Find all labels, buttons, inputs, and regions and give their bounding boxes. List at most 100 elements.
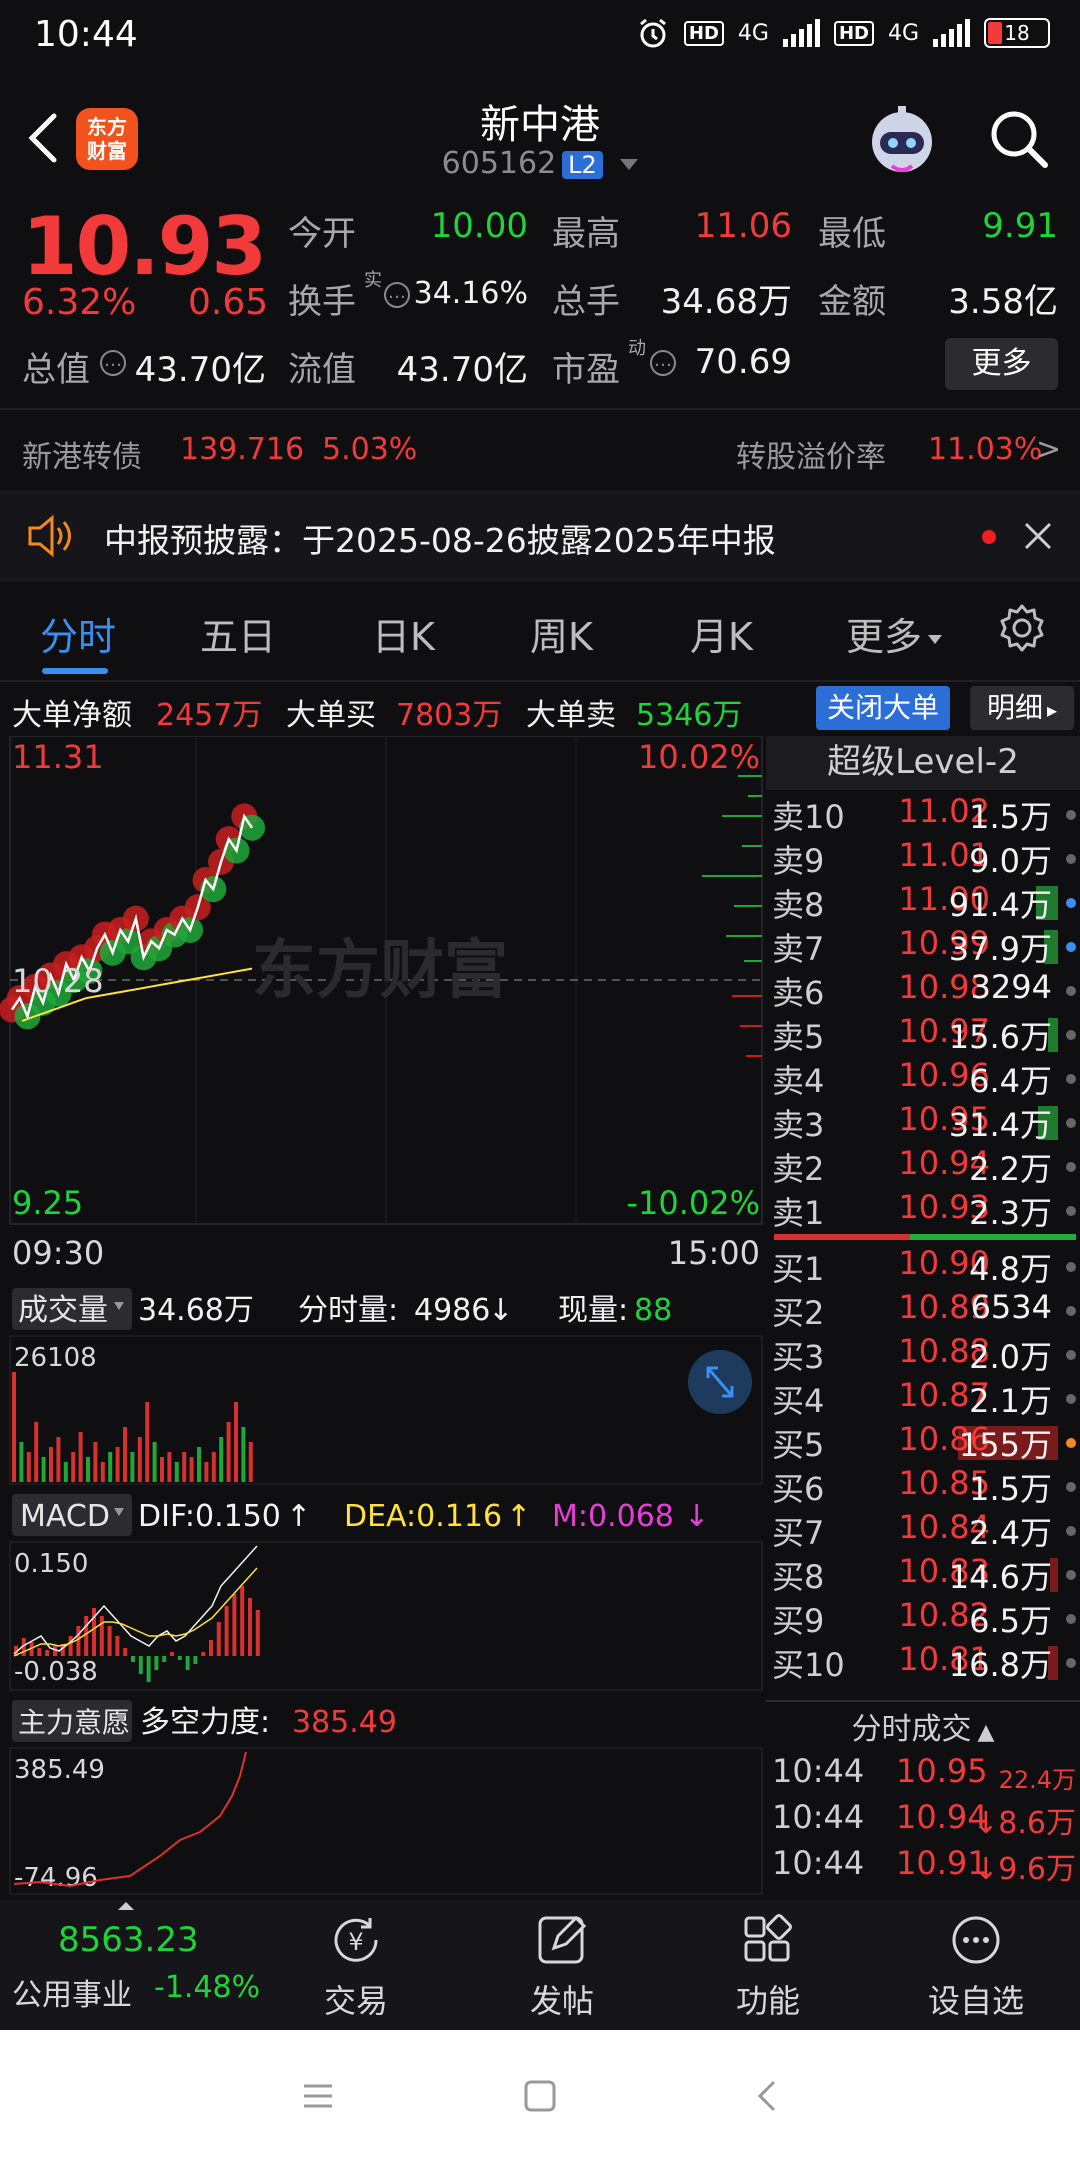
index-ticker[interactable]: 8563.23 公用事业 -1.48%: [0, 1900, 260, 2030]
orderbook-row[interactable]: 买3 10.88 2.0万: [766, 1332, 1080, 1376]
status-dot: [1066, 942, 1076, 952]
signal-icon: [782, 19, 820, 47]
chart-top-price: 11.31: [12, 738, 104, 776]
orderbook-row[interactable]: 卖3 10.95 31.4万: [766, 1100, 1080, 1144]
convertible-bond-row[interactable]: 新港转债 139.716 5.03% 转股溢价率 11.03% >: [0, 410, 1080, 486]
status-dot: [1066, 1394, 1076, 1404]
nav-add-watchlist[interactable]: 设自选: [906, 1912, 1046, 2022]
nav-functions[interactable]: 功能: [698, 1912, 838, 2022]
back-icon[interactable]: [748, 2076, 788, 2116]
big-sell-label: 大单卖: [526, 698, 616, 733]
orderbook-volume: 155万: [958, 1426, 1052, 1464]
home-icon[interactable]: [520, 2076, 560, 2116]
orderbook-row[interactable]: 卖9 11.01 9.0万: [766, 836, 1080, 880]
orderbook-volume: 2.3万: [969, 1194, 1052, 1232]
tab-intraday[interactable]: 分时: [40, 606, 116, 661]
current-volume-label: 现量:: [558, 1293, 628, 1328]
arrow-up-icon: ↑: [286, 1499, 311, 1534]
macd-bar: [232, 1594, 237, 1656]
status-time: 10:44: [34, 14, 138, 55]
alarm-icon: [639, 18, 666, 48]
orderbook-row[interactable]: 买9 10.82 6.5万: [766, 1596, 1080, 1640]
orderbook-row[interactable]: 卖6 10.98 3294: [766, 968, 1080, 1012]
orderbook-row[interactable]: 买10 10.81 16.8万: [766, 1640, 1080, 1684]
orderbook-row[interactable]: 买5 10.86 155万: [766, 1420, 1080, 1464]
orderbook-row[interactable]: 卖4 10.96 6.4万: [766, 1056, 1080, 1100]
orderbook-level: 买3: [772, 1338, 825, 1376]
detail-button[interactable]: 明细 ▸: [970, 686, 1074, 730]
orderbook-row[interactable]: 买6 10.85 1.5万: [766, 1464, 1080, 1508]
orderbook-level: 买8: [772, 1558, 825, 1596]
order-book[interactable]: 超级Level-2 卖10 11.02 1.5万 卖9 11.01 9.0万 卖8 11.00…: [766, 736, 1080, 1896]
orderbook-row[interactable]: 买2 10.89 6534: [766, 1288, 1080, 1332]
tab-more[interactable]: 更多: [846, 606, 943, 661]
chevron-up-icon: ▲: [977, 1720, 995, 1745]
sell-ratio-bar: [774, 1234, 910, 1240]
network-label: 4G: [887, 20, 919, 46]
orderbook-row[interactable]: 卖1 10.93 2.3万: [766, 1188, 1080, 1232]
minute-volume-label: 分时量:: [298, 1293, 398, 1328]
macd-m: M:0.068: [552, 1499, 674, 1534]
tab-daily-k[interactable]: 日K: [372, 606, 435, 661]
orderbook-level: 卖3: [772, 1106, 825, 1144]
tab-weekly-k[interactable]: 周K: [530, 606, 593, 661]
status-dot: [1066, 986, 1076, 996]
volume-bar: [137, 1437, 142, 1482]
index-pct: -1.48%: [154, 1970, 261, 2005]
power-label: 多空力度:: [140, 1705, 270, 1740]
dropdown-triangle-icon: [928, 635, 943, 644]
app-header: 东方 财富 新中港 605162 L2: [0, 80, 1080, 200]
orderbook-row[interactable]: 卖5 10.97 15.6万: [766, 1012, 1080, 1056]
orderbook-volume: 37.9万: [948, 930, 1052, 968]
orderbook-row[interactable]: 买4 10.87 2.1万: [766, 1376, 1080, 1420]
current-price: 10.93: [22, 200, 267, 293]
orderbook-volume: 9.0万: [969, 842, 1052, 880]
intraday-chart-area[interactable]: 东方财富 11.31 10.28 9.25 10.02% -10.02% 09:…: [0, 735, 765, 1896]
chart-mid-price: 10.28: [12, 962, 104, 1000]
nav-trade[interactable]: ¥ 交易: [286, 1912, 426, 2022]
macd-bar: [53, 1646, 57, 1656]
orderbook-row[interactable]: 卖8 11.00 91.4万: [766, 880, 1080, 924]
close-big-order-button[interactable]: 关闭大单: [816, 686, 950, 730]
intraday-chart[interactable]: 东方财富 11.31 10.28 9.25 10.02% -10.02% 09:…: [0, 735, 765, 1896]
status-dot: [1066, 854, 1076, 864]
info-icon[interactable]: …: [650, 350, 676, 376]
orderbook-row[interactable]: 买1 10.90 4.8万: [766, 1244, 1080, 1288]
orderbook-row[interactable]: 买7 10.84 2.4万: [766, 1508, 1080, 1552]
more-button[interactable]: 更多: [945, 338, 1058, 390]
macd-bar: [255, 1610, 260, 1656]
big-buy-label: 大单买: [286, 698, 376, 733]
volume-bar: [152, 1442, 157, 1482]
volume-label: 成交量: [18, 1293, 108, 1328]
orderbook-row[interactable]: 卖7 10.99 37.9万: [766, 924, 1080, 968]
menu-icon[interactable]: [298, 2076, 338, 2116]
notice-banner[interactable]: 中报预披露：于2025-08-26披露2025年中报: [0, 490, 1080, 582]
tab-monthly-k[interactable]: 月K: [690, 606, 753, 661]
orderbook-row[interactable]: 买8 10.83 14.6万: [766, 1552, 1080, 1596]
settings-gear-icon[interactable]: [996, 602, 1048, 654]
orderbook-row[interactable]: 卖10 11.02 1.5万: [766, 792, 1080, 836]
premium-label: 转股溢价率: [736, 440, 886, 475]
status-dot: [1066, 1526, 1076, 1536]
orderbook-row[interactable]: 卖2 10.94 2.2万: [766, 1144, 1080, 1188]
nav-post[interactable]: 发帖: [492, 1912, 632, 2022]
orderbook-volume: 31.4万: [948, 1106, 1052, 1144]
orderbook-volume: 1.5万: [969, 798, 1052, 836]
close-icon[interactable]: [1022, 520, 1054, 552]
orderbook-volume: 1.5万: [969, 1470, 1052, 1508]
info-icon[interactable]: …: [384, 282, 410, 308]
macd-bar: [224, 1606, 229, 1656]
search-icon[interactable]: [984, 104, 1054, 174]
orderbook-header[interactable]: 超级Level-2: [766, 736, 1080, 790]
status-dot: [1066, 1570, 1076, 1580]
tab-five-day[interactable]: 五日: [200, 606, 276, 661]
macd-bar: [37, 1648, 42, 1656]
arrow-down-icon: ↓: [488, 1293, 513, 1328]
info-icon[interactable]: …: [100, 350, 126, 376]
turnover-sup: 实: [364, 270, 382, 291]
macd-bar: [131, 1656, 135, 1662]
amount-value: 3.58亿: [948, 282, 1058, 322]
trades-header[interactable]: 分时成交 ▲: [766, 1704, 1080, 1748]
status-dot: [1066, 898, 1076, 908]
robot-assistant-icon[interactable]: [862, 102, 942, 182]
